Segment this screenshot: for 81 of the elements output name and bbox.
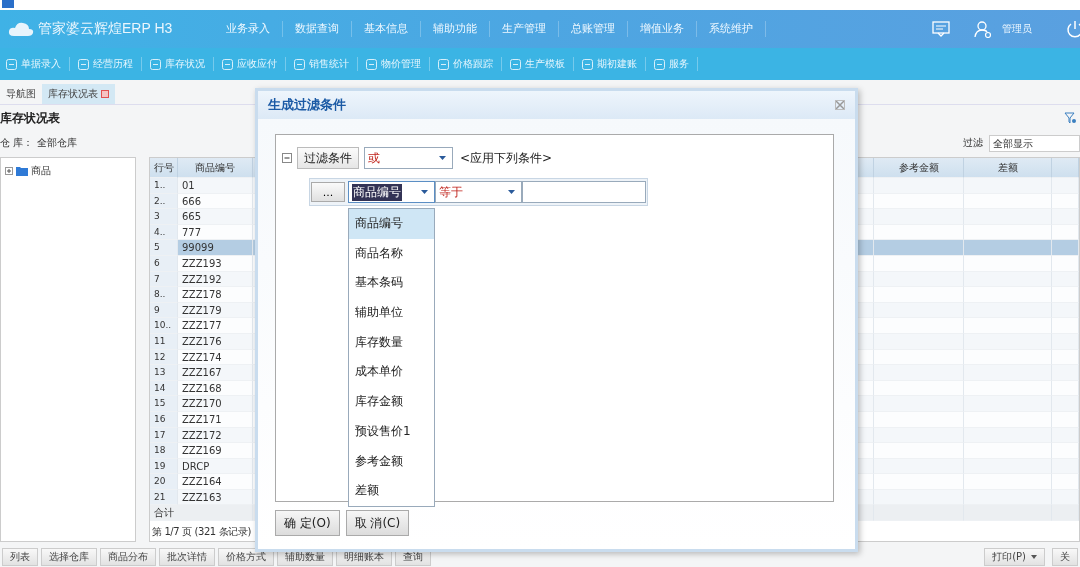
row-number: 3 (150, 209, 178, 225)
dropdown-option[interactable]: 商品编号 (349, 209, 434, 239)
cloud-icon (8, 21, 34, 37)
table-cell: ZZZ193 (178, 255, 253, 272)
condition-group-label[interactable]: 过滤条件 (297, 147, 359, 169)
tool-icon (366, 58, 377, 70)
table-cell: ZZZ177 (178, 318, 253, 334)
table-cell: 01 (178, 178, 253, 194)
condition-hint: <应用下列条件> (460, 149, 553, 167)
warehouse-label: 仓 库： (0, 136, 34, 150)
app-logo-text: 管家婆云辉煌ERP H3 (38, 20, 173, 38)
row-number: 5 (150, 240, 178, 256)
tool-icon (78, 58, 89, 70)
bottom-button[interactable]: 商品分布 (100, 548, 156, 566)
table-cell: 99099 (178, 240, 253, 256)
table-cell: ZZZ171 (178, 411, 253, 428)
dropdown-option[interactable]: 成本单价 (349, 357, 434, 388)
bottom-button[interactable]: 列表 (2, 548, 38, 566)
comparison-select[interactable]: 等于 (435, 181, 522, 203)
table-cell: 665 (178, 209, 253, 225)
tool-icon (222, 58, 233, 70)
value-input[interactable] (522, 181, 646, 203)
filter-label: 过滤 (963, 136, 983, 150)
bottom-button[interactable]: 批次详情 (159, 548, 215, 566)
row-number: 18 (150, 443, 178, 459)
caret-icon (439, 156, 446, 160)
dropdown-option[interactable]: 预设售价1 (349, 416, 434, 447)
app-icon (2, 0, 14, 8)
row-number: 13 (150, 365, 178, 381)
filter-icon[interactable] (1064, 112, 1076, 124)
dialog-button[interactable]: 取 消(C) (345, 510, 410, 536)
close-icon[interactable] (101, 90, 109, 98)
pager-text: 第 1/7 页 (321 条记录) (151, 525, 252, 540)
warehouse-value: 全部仓库 (37, 136, 78, 150)
dialog-title: 生成过滤条件 (268, 96, 346, 114)
filter-select[interactable]: 全部显示 (989, 134, 1080, 152)
table-cell: ZZZ170 (178, 396, 253, 412)
table-cell: ZZZ178 (178, 287, 253, 303)
table-cell: ZZZ176 (178, 333, 253, 350)
bottom-button[interactable]: 选择仓库 (41, 548, 97, 566)
dropdown-option[interactable]: 基本条码 (349, 268, 434, 299)
tab[interactable]: 库存状况表 (42, 84, 115, 104)
dropdown-option[interactable]: 商品名称 (349, 238, 434, 269)
power-icon[interactable] (1066, 20, 1080, 38)
tree-item[interactable]: 商品 (31, 164, 51, 178)
row-number: 10.. (150, 318, 178, 334)
total-label: 合计 (150, 505, 253, 522)
report-title: 库存状况表 (0, 109, 60, 127)
user-icon[interactable] (974, 20, 992, 38)
table-cell: ZZZ167 (178, 365, 253, 381)
row-number: 20 (150, 474, 178, 490)
dropdown-option[interactable]: 差额 (349, 476, 434, 506)
tool-icon (294, 58, 305, 70)
tab[interactable]: 导航图 (0, 84, 42, 104)
tool-icon (6, 58, 17, 70)
dialog-button[interactable]: 确 定(O) (275, 510, 340, 536)
table-cell: ZZZ169 (178, 443, 253, 459)
message-icon[interactable] (932, 21, 950, 37)
tool-icon (510, 58, 521, 70)
bottom-button[interactable]: 价格方式 (218, 548, 274, 566)
tool-icon (654, 58, 665, 70)
row-number: 1.. (150, 178, 178, 194)
dropdown-option[interactable]: 库存金额 (349, 387, 434, 417)
bottom-button[interactable]: 打印(P) (984, 548, 1045, 566)
tool-icon (582, 58, 593, 70)
more-button[interactable]: ... (311, 182, 345, 202)
bottom-button[interactable]: 关 (1052, 548, 1078, 566)
table-cell: ZZZ164 (178, 474, 253, 490)
dropdown-option[interactable]: 参考金额 (349, 446, 434, 477)
folder-icon (16, 166, 28, 176)
row-number: 8.. (150, 287, 178, 303)
close-icon[interactable] (835, 100, 845, 110)
field-select[interactable]: 商品编号 (348, 181, 435, 203)
tool-icon (438, 58, 449, 70)
collapse-icon[interactable] (282, 153, 292, 163)
expand-icon[interactable] (5, 167, 13, 175)
dropdown-option[interactable]: 库存数量 (349, 327, 434, 358)
tool-icon (150, 58, 161, 70)
row-number: 15 (150, 396, 178, 412)
dropdown-option[interactable]: 辅助单位 (349, 298, 434, 328)
operator-select[interactable]: 或 (364, 147, 453, 169)
